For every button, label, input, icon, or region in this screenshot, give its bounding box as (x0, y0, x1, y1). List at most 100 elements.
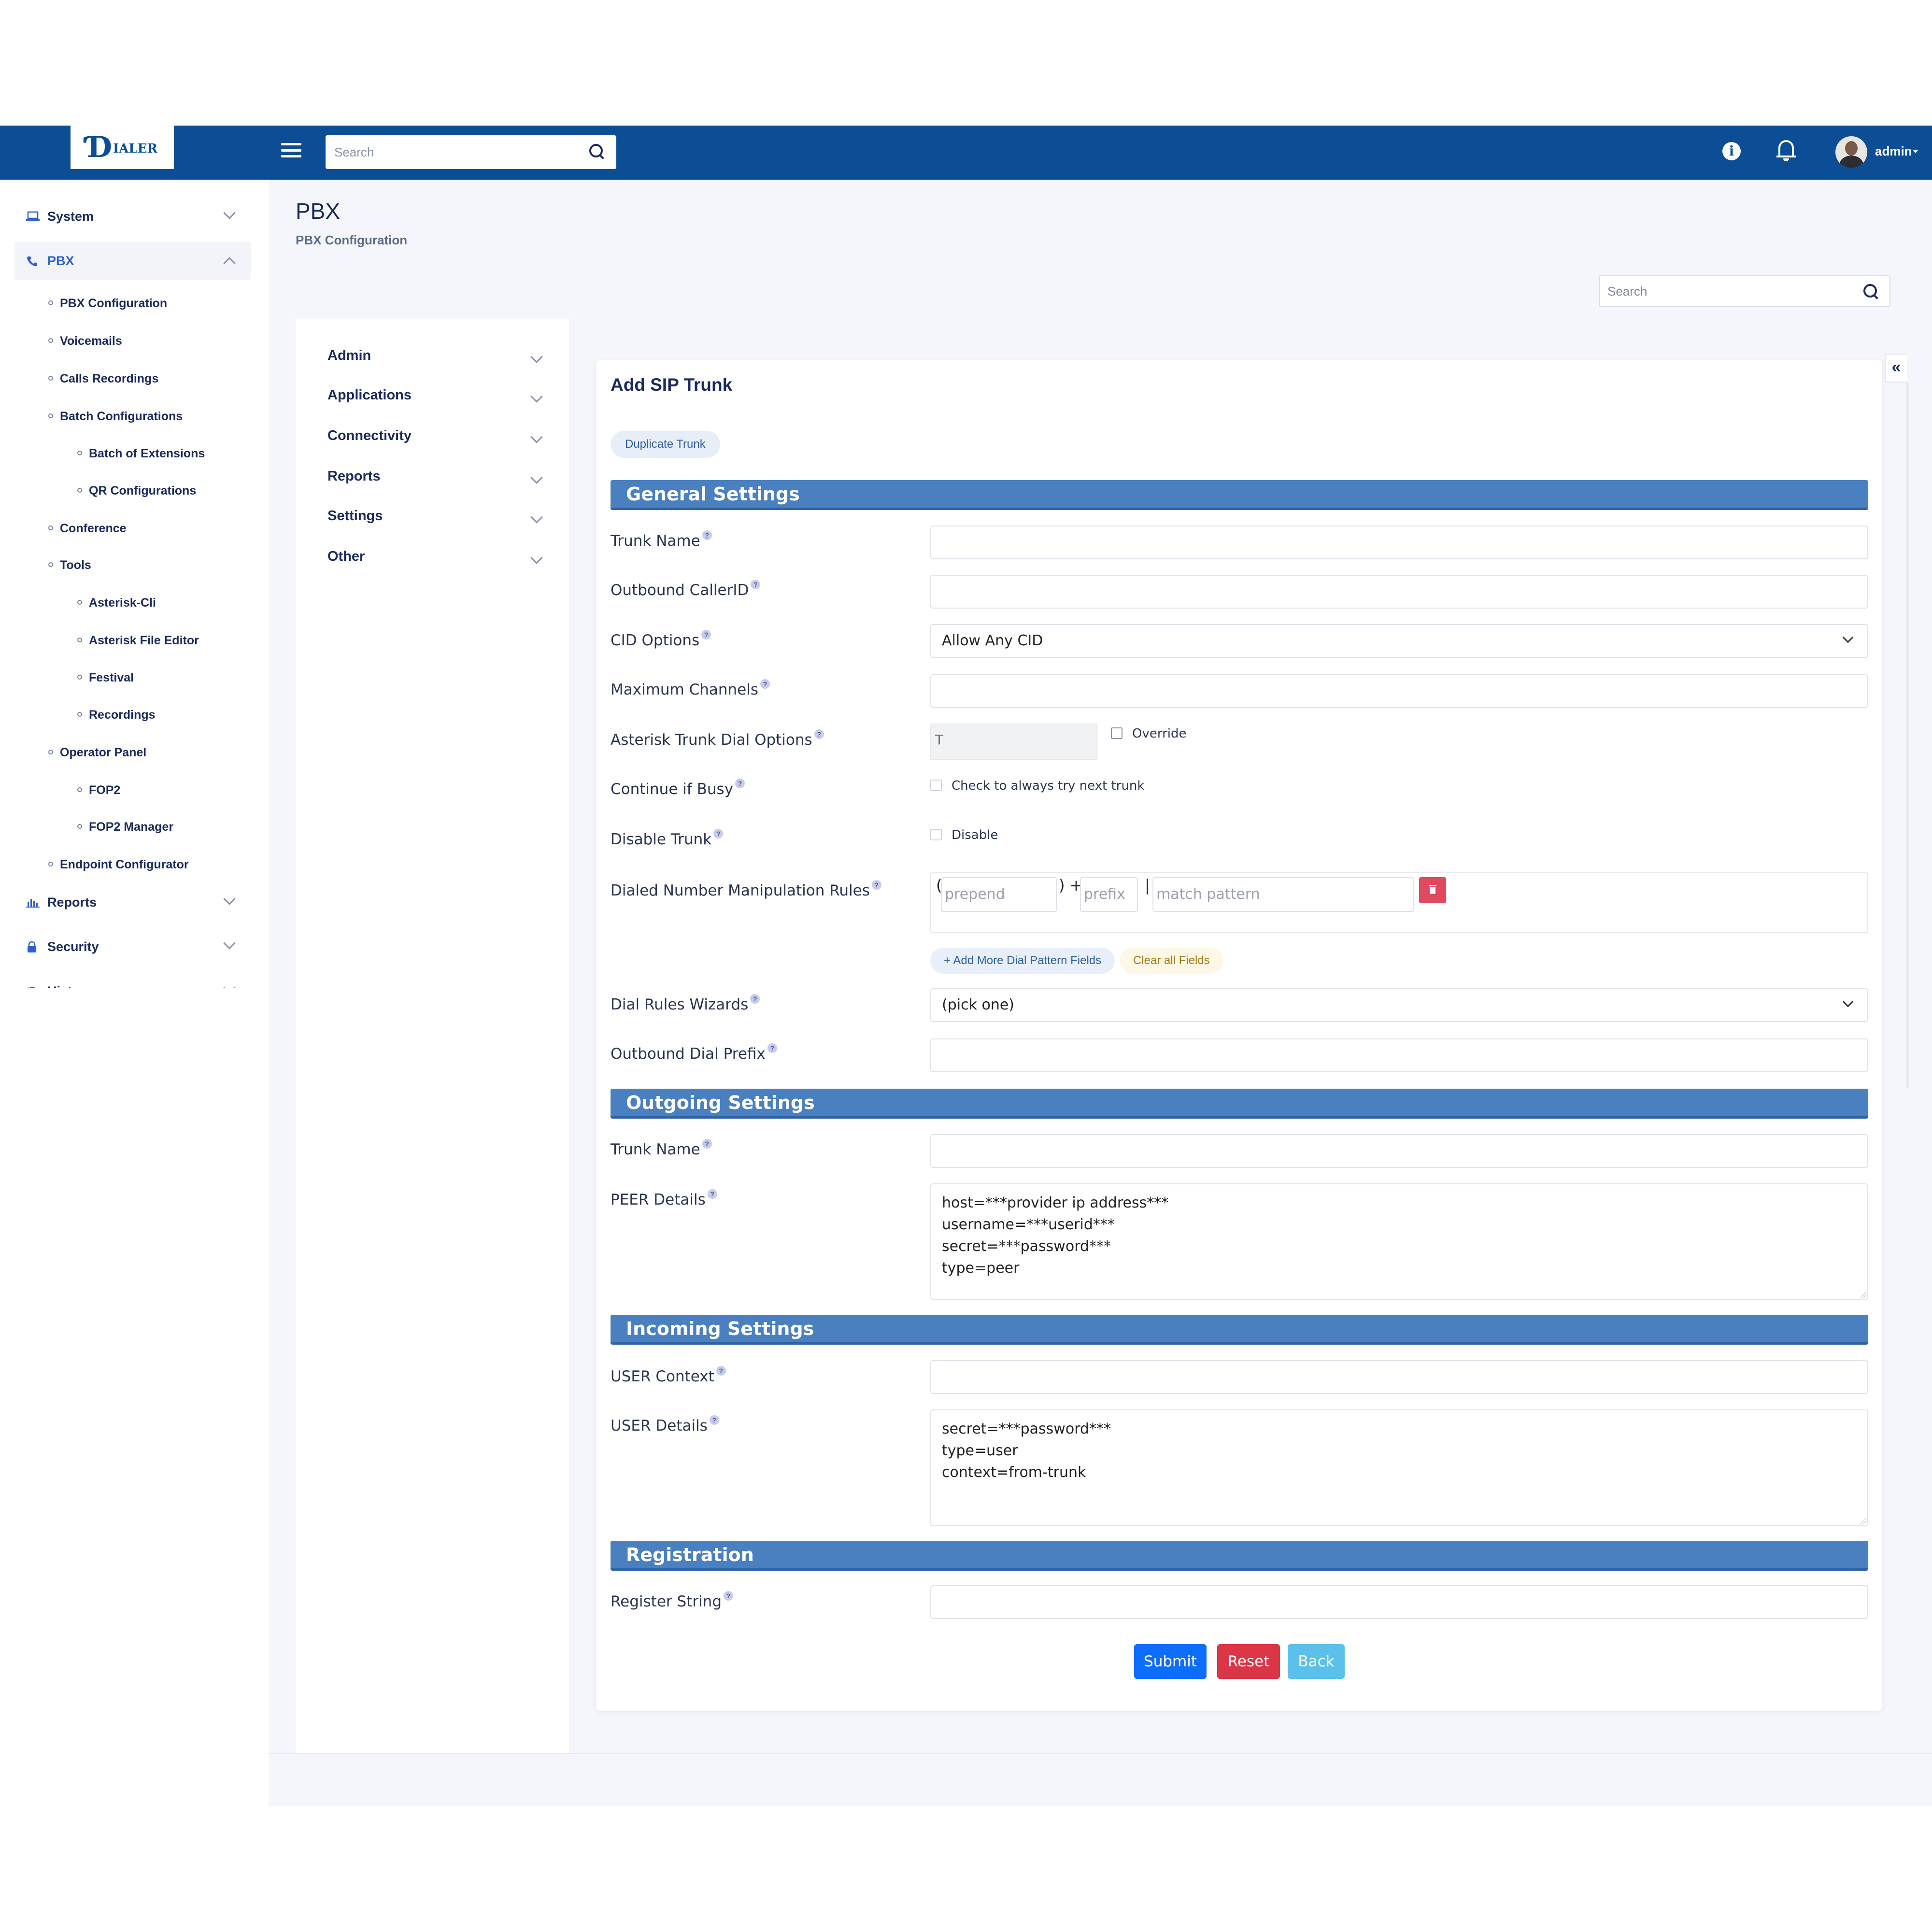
dial-rules-wizards-select[interactable]: (pick one) (930, 988, 1868, 1022)
user-avatar[interactable] (1835, 136, 1867, 168)
global-search-input[interactable] (326, 135, 577, 169)
sidebar-item-batch-of-extensions[interactable]: Batch of Extensions (77, 447, 205, 461)
help-icon[interactable]: ? (716, 1366, 726, 1376)
module-menu-admin[interactable]: Admin (327, 348, 545, 377)
disable-trunk-checkbox[interactable] (930, 829, 942, 840)
search-icon[interactable] (589, 144, 604, 158)
help-icon[interactable]: ? (814, 729, 824, 739)
override-checkbox[interactable] (1111, 727, 1122, 739)
sidebar-item-calls-recordings[interactable]: Calls Recordings (48, 372, 158, 386)
sidebar-item-asterisk-cli[interactable]: Asterisk-Cli (77, 596, 156, 610)
sidebar-item-fop2[interactable]: FOP2 (77, 783, 120, 797)
delete-pattern-button[interactable] (1419, 877, 1446, 903)
sidebar-item-operator-panel[interactable]: Operator Panel (48, 746, 146, 760)
outbound-callerid-input[interactable] (930, 575, 1868, 609)
submit-button[interactable]: Submit (1134, 1644, 1207, 1679)
back-button[interactable]: Back (1288, 1644, 1345, 1679)
search-icon[interactable] (1863, 284, 1878, 298)
help-icon[interactable]: ? (724, 1591, 734, 1601)
sidebar-item-festival[interactable]: Festival (77, 671, 134, 685)
collapse-panel-icon[interactable]: « (1885, 354, 1907, 383)
sidebar-item-conference[interactable]: Conference (48, 522, 127, 536)
help-icon[interactable]: ? (751, 580, 761, 589)
user-menu-label[interactable]: admin (1875, 144, 1912, 159)
label-trunk-name: Trunk Name? (611, 530, 712, 550)
brand-logo[interactable]: Ɗ IALER (71, 126, 174, 169)
duplicate-trunk-button[interactable]: Duplicate Trunk (611, 431, 720, 458)
content-search-input[interactable] (1600, 276, 1851, 306)
sidebar-item-batch-configurations[interactable]: Batch Configurations (48, 410, 183, 424)
dial-options-input[interactable]: T (930, 724, 1097, 760)
reset-button[interactable]: Reset (1217, 1644, 1280, 1679)
bullet-icon (48, 562, 53, 568)
outbound-dial-prefix-input[interactable] (930, 1038, 1868, 1072)
label-disable-trunk: Disable Trunk? (611, 829, 724, 848)
help-icon[interactable]: ? (713, 829, 724, 838)
pipe-separator: | (1145, 876, 1150, 895)
add-dial-pattern-button[interactable]: + Add More Dial Pattern Fields (930, 948, 1115, 974)
help-icon[interactable]: ? (767, 1043, 777, 1053)
info-icon[interactable]: i (1722, 142, 1741, 160)
label-user-context: USER Context? (611, 1366, 726, 1385)
match-pattern-input[interactable]: match pattern (1152, 877, 1414, 912)
sidebar-item-pbx-configuration[interactable]: PBX Configuration (48, 297, 167, 311)
continue-if-busy-checkbox[interactable] (930, 780, 942, 791)
maximum-channels-input[interactable] (930, 674, 1868, 708)
peer-details-textarea[interactable]: host=***provider ip address*** username=… (930, 1183, 1868, 1300)
help-icon[interactable]: ? (760, 679, 770, 689)
scrollbar-track[interactable] (1906, 383, 1909, 1088)
sidebar-item-tools[interactable]: Tools (48, 558, 91, 572)
help-icon[interactable]: ? (702, 530, 712, 540)
module-menu-applications[interactable]: Applications (327, 387, 545, 416)
module-menu-other[interactable]: Other (327, 549, 545, 578)
trunk-name-input[interactable] (930, 526, 1868, 559)
help-icon[interactable]: ? (871, 880, 881, 890)
sidebar-group-reports[interactable]: Reports (14, 883, 251, 922)
bullet-icon (48, 338, 53, 343)
sidebar-item-fop2-manager[interactable]: FOP2 Manager (77, 820, 173, 834)
sidebar-group-history[interactable]: History (14, 972, 251, 988)
sidebar-item-endpoint-configurator[interactable]: Endpoint Configurator (48, 858, 189, 872)
bullet-icon (77, 451, 82, 456)
register-string-input[interactable] (930, 1585, 1868, 1619)
sidebar-item-recordings[interactable]: Recordings (77, 708, 156, 722)
prepend-input[interactable]: prepend (941, 877, 1057, 912)
pbx-module-menu: Admin Applications Connectivity Reports … (296, 319, 569, 1753)
sidebar-group-security[interactable]: Security (14, 927, 251, 966)
user-details-textarea[interactable]: secret=***password*** type=user context=… (930, 1409, 1868, 1526)
bullet-icon (77, 824, 82, 829)
sidebar-group-system[interactable]: System (14, 197, 251, 236)
prefix-input[interactable]: prefix (1080, 877, 1138, 912)
help-icon[interactable]: ? (709, 1415, 719, 1425)
module-menu-reports[interactable]: Reports (327, 469, 545, 497)
sidebar-group-pbx[interactable]: PBX (14, 242, 251, 280)
help-icon[interactable]: ? (701, 630, 711, 639)
help-icon[interactable]: ? (735, 779, 745, 788)
notification-bell-icon[interactable] (1776, 140, 1796, 161)
help-icon[interactable]: ? (750, 994, 760, 1004)
bullet-icon (77, 638, 82, 643)
bullet-icon (77, 787, 82, 793)
chevron-down-icon (530, 471, 543, 484)
caret-down-icon[interactable] (1913, 150, 1918, 153)
module-menu-connectivity[interactable]: Connectivity (327, 428, 545, 457)
sidebar-item-asterisk-file-editor[interactable]: Asterisk File Editor (77, 634, 199, 648)
help-icon[interactable]: ? (702, 1139, 712, 1149)
user-context-input[interactable] (930, 1360, 1868, 1394)
clear-all-fields-button[interactable]: Clear all Fields (1120, 948, 1223, 974)
continue-if-busy-label: Check to always try next trunk (952, 779, 1145, 793)
sidebar-clip: History (0, 972, 269, 988)
help-icon[interactable]: ? (707, 1189, 717, 1199)
resize-handle-icon[interactable] (1860, 1518, 1866, 1524)
module-menu-settings[interactable]: Settings (327, 508, 545, 537)
bullet-icon (48, 526, 53, 531)
sidebar-item-qr-configurations[interactable]: QR Configurations (77, 484, 196, 498)
sidebar-item-voicemails[interactable]: Voicemails (48, 334, 122, 348)
menu-toggle-icon[interactable] (281, 140, 301, 160)
resize-handle-icon[interactable] (1860, 1292, 1866, 1298)
sidebar-group-label: Reports (47, 895, 97, 909)
outgoing-trunk-name-input[interactable] (930, 1134, 1868, 1168)
chevron-down-icon (530, 390, 543, 403)
cid-options-select[interactable]: Allow Any CID (930, 624, 1868, 658)
chevron-down-icon (530, 351, 543, 363)
